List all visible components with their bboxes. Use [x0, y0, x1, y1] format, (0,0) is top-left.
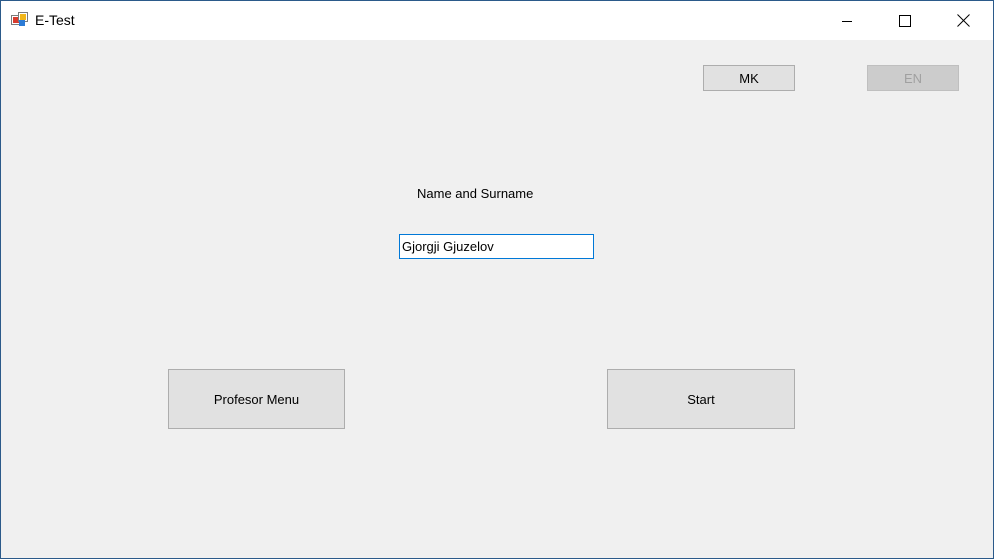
app-window: E-Test MK EN Name and Surname Profesor — [0, 0, 994, 559]
close-button[interactable] — [934, 1, 992, 40]
window-title: E-Test — [35, 12, 75, 28]
title-bar[interactable]: E-Test — [1, 1, 993, 40]
maximize-button[interactable] — [876, 1, 934, 40]
minimize-icon — [841, 15, 853, 27]
form-client-area: MK EN Name and Surname Profesor Menu Sta… — [1, 40, 993, 558]
profesor-menu-button[interactable]: Profesor Menu — [168, 369, 345, 429]
start-button[interactable]: Start — [607, 369, 795, 429]
minimize-button[interactable] — [818, 1, 876, 40]
app-icon — [11, 12, 28, 28]
maximize-icon — [899, 14, 911, 27]
language-en-button[interactable]: EN — [867, 65, 959, 91]
name-surname-label: Name and Surname — [417, 186, 534, 201]
language-mk-button[interactable]: MK — [703, 65, 795, 91]
close-icon — [956, 14, 970, 27]
name-surname-input[interactable] — [399, 234, 594, 259]
